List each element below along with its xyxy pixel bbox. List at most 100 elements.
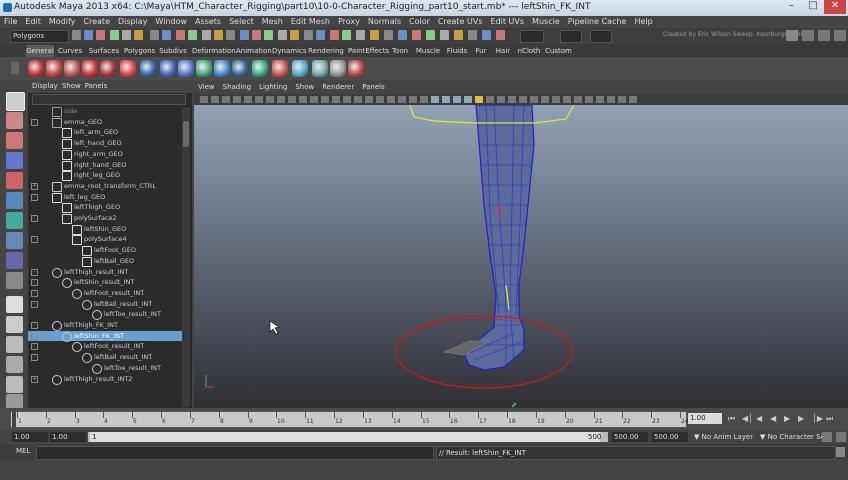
panel-toggle-icon[interactable] bbox=[786, 30, 798, 41]
shelf-tool-icon[interactable] bbox=[252, 60, 268, 77]
outliner-item[interactable]: right_leg_GEO bbox=[28, 170, 182, 182]
viewport-menu-view[interactable]: View bbox=[194, 80, 219, 94]
status-tool-icon[interactable] bbox=[214, 30, 223, 40]
scale-tool-icon[interactable] bbox=[6, 192, 23, 209]
playback-end-field[interactable]: 500.00 bbox=[612, 432, 648, 442]
status-tool-icon[interactable] bbox=[440, 30, 449, 40]
shelf-tool-icon[interactable] bbox=[120, 60, 136, 77]
menu-set-dropdown[interactable]: Polygons bbox=[10, 30, 69, 43]
viewport-tool-icon[interactable] bbox=[277, 96, 285, 103]
outliner-item[interactable]: leftShin_GEO bbox=[28, 224, 182, 235]
status-tool-icon[interactable] bbox=[202, 30, 211, 40]
shelf-tool-icon[interactable] bbox=[64, 60, 80, 77]
menu-assets[interactable]: Assets bbox=[191, 16, 225, 28]
shelf-tool-icon[interactable] bbox=[348, 60, 364, 77]
viewport-tool-icon[interactable] bbox=[387, 96, 395, 103]
menu-create-uvs[interactable]: Create UVs bbox=[434, 16, 487, 28]
viewport-tool-icon[interactable] bbox=[398, 96, 406, 103]
viewport-tool-icon[interactable] bbox=[288, 96, 296, 103]
outliner-item[interactable]: right_hand_GEO bbox=[28, 160, 182, 171]
channel-box-toggle-icon[interactable] bbox=[802, 30, 814, 41]
status-tool-icon[interactable] bbox=[264, 30, 273, 40]
time-ruler[interactable]: 1 2 3 4 5 6 7 8 9 10 11 12 13 14 15 16 17 18 19 20 21 22 23 24 bbox=[10, 411, 689, 428]
menu-create[interactable]: Create bbox=[79, 16, 114, 28]
shelf-tab-animation[interactable]: Animation bbox=[236, 45, 272, 57]
outliner-item[interactable]: - polySurface2 bbox=[28, 213, 182, 224]
expand-icon[interactable]: + bbox=[31, 182, 38, 190]
script-editor-icon[interactable] bbox=[836, 447, 845, 457]
step-back-key-icon[interactable]: ◀ bbox=[756, 414, 762, 423]
shelf-menu-icon[interactable] bbox=[11, 62, 19, 74]
status-tool-icon[interactable] bbox=[72, 30, 81, 40]
status-tool-icon[interactable] bbox=[240, 30, 249, 40]
menu-color[interactable]: Color bbox=[405, 16, 434, 28]
viewport-tool-icon[interactable] bbox=[431, 96, 439, 103]
status-tool-icon[interactable] bbox=[482, 30, 491, 40]
go-to-start-icon[interactable]: ⏮ bbox=[728, 414, 735, 424]
shelf-tab-ncloth[interactable]: nCloth bbox=[517, 45, 541, 57]
menu-muscle[interactable]: Muscle bbox=[528, 16, 564, 28]
viewport-tool-icon[interactable] bbox=[222, 96, 230, 103]
outliner-item[interactable]: - emma_GEO bbox=[28, 117, 182, 128]
menu-proxy[interactable]: Proxy bbox=[334, 16, 364, 28]
viewport-tool-icon[interactable] bbox=[332, 96, 340, 103]
viewport-tool-icon[interactable] bbox=[629, 96, 637, 103]
shelf-tab-fur[interactable]: Fur bbox=[474, 45, 488, 57]
status-tool-icon[interactable] bbox=[122, 30, 131, 40]
viewport-tool-icon[interactable] bbox=[574, 96, 582, 103]
menu-modify[interactable]: Modify bbox=[45, 16, 80, 28]
viewport-tool-icon[interactable] bbox=[310, 96, 318, 103]
step-forward-frame-icon[interactable]: │▶ bbox=[812, 414, 823, 423]
menu-display[interactable]: Display bbox=[114, 16, 152, 28]
menu-file[interactable]: File bbox=[0, 16, 21, 28]
menu-help[interactable]: Help bbox=[630, 16, 656, 28]
outliner-item[interactable]: left_arm_GEO bbox=[28, 127, 182, 139]
status-tool-icon[interactable] bbox=[468, 30, 477, 40]
outliner-item[interactable]: - leftShin_FK_INT bbox=[28, 330, 182, 342]
outliner-item[interactable]: - leftFoot_result_INT bbox=[28, 341, 182, 353]
show-manip-icon[interactable] bbox=[6, 272, 23, 289]
shelf-tab-painteffects[interactable]: PaintEffects bbox=[348, 45, 389, 57]
menu-edit-mesh[interactable]: Edit Mesh bbox=[287, 16, 334, 28]
start-time-field[interactable]: 1.00 bbox=[12, 432, 48, 442]
viewport-tool-icon[interactable] bbox=[585, 96, 593, 103]
menu-mesh[interactable]: Mesh bbox=[258, 16, 287, 28]
play-forwards-icon[interactable]: ▶ bbox=[784, 414, 790, 423]
status-tool-icon[interactable] bbox=[384, 30, 393, 40]
outliner-item[interactable]: right_arm_GEO bbox=[28, 149, 182, 160]
outliner-filter-field[interactable] bbox=[32, 94, 186, 105]
shelf-tool-icon[interactable] bbox=[232, 60, 248, 77]
soft-mod-icon[interactable] bbox=[6, 252, 23, 269]
outliner-item[interactable]: - leftBall_result_INT bbox=[28, 299, 182, 310]
status-tool-icon[interactable] bbox=[278, 30, 287, 40]
viewport-tool-icon[interactable] bbox=[211, 96, 219, 103]
shelf-tab-rendering[interactable]: Rendering bbox=[308, 45, 344, 57]
viewport-tool-icon[interactable] bbox=[354, 96, 362, 103]
step-forward-key-icon[interactable]: ▶ bbox=[798, 414, 804, 423]
mel-input[interactable] bbox=[36, 446, 434, 460]
perspective-outliner-layout-icon[interactable] bbox=[6, 336, 23, 353]
outliner-item[interactable]: + emma_root_transform_CTRL bbox=[28, 181, 182, 192]
close-button[interactable]: ✕ bbox=[824, 0, 846, 14]
end-time-field[interactable]: 500.00 bbox=[652, 432, 688, 442]
select-tool-icon[interactable] bbox=[6, 92, 25, 111]
playback-start-field[interactable]: 1.00 bbox=[50, 432, 86, 442]
viewport-tool-icon[interactable] bbox=[464, 96, 472, 103]
shelf-tab-hair[interactable]: Hair bbox=[494, 45, 512, 57]
viewport-tool-icon[interactable] bbox=[563, 96, 571, 103]
shelf-tool-icon[interactable] bbox=[82, 60, 98, 77]
viewport-tool-icon[interactable] bbox=[607, 96, 615, 103]
shelf-tool-icon[interactable] bbox=[312, 60, 328, 77]
paint-select-icon[interactable] bbox=[6, 132, 23, 149]
current-time-field[interactable]: 1.00 bbox=[688, 413, 722, 424]
outliner-scrollbar[interactable] bbox=[182, 107, 190, 407]
viewport-tool-icon[interactable] bbox=[299, 96, 307, 103]
menu-normals[interactable]: Normals bbox=[364, 16, 405, 28]
status-tool-icon[interactable] bbox=[370, 30, 379, 40]
collapse-icon[interactable]: - bbox=[31, 118, 38, 126]
four-view-layout-icon[interactable] bbox=[6, 316, 23, 333]
outliner-item[interactable]: leftToe_result_INT bbox=[28, 363, 182, 374]
viewport-tool-icon[interactable] bbox=[420, 96, 428, 103]
input-field-2[interactable] bbox=[560, 30, 582, 43]
status-tool-icon[interactable] bbox=[176, 30, 185, 40]
